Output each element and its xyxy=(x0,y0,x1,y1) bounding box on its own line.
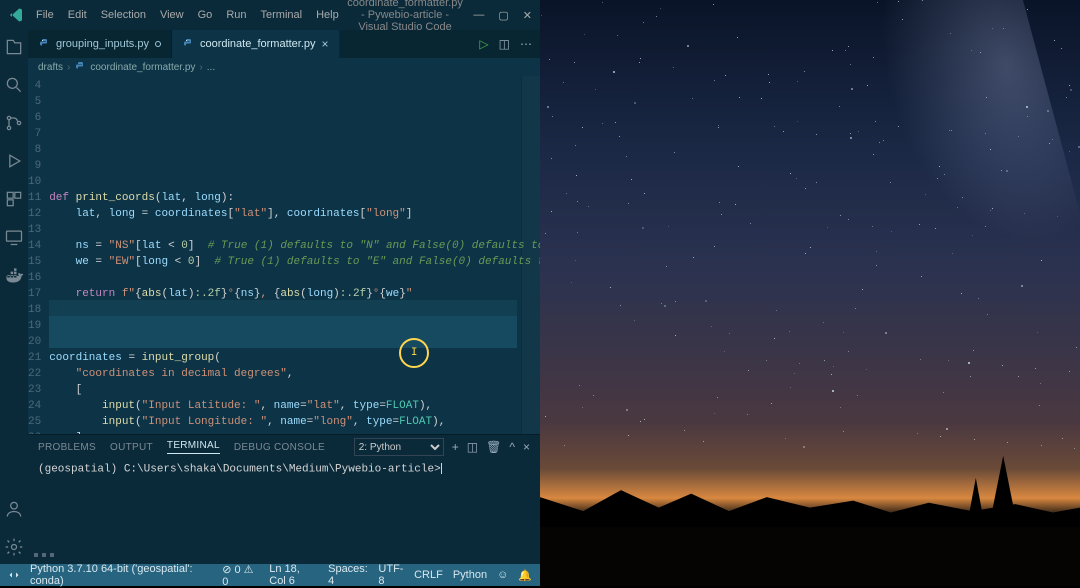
editor-tabs: grouping_inputs.py coordinate_formatter.… xyxy=(28,30,540,58)
status-eol[interactable]: CRLF xyxy=(414,569,443,581)
python-file-icon xyxy=(182,38,194,50)
source-control-icon[interactable] xyxy=(3,112,25,134)
titlebar[interactable]: File Edit Selection View Go Run Terminal… xyxy=(0,0,540,30)
status-notifications-icon[interactable]: 🔔 xyxy=(518,569,532,582)
status-cursor-position[interactable]: Ln 18, Col 6 xyxy=(269,563,318,587)
panel-tab-terminal[interactable]: TERMINAL xyxy=(167,440,220,454)
code-editor[interactable]: 4567891011121314151617181920212223242526… xyxy=(28,76,540,434)
run-file-icon[interactable]: ▷ xyxy=(479,37,488,51)
explorer-icon[interactable] xyxy=(3,36,25,58)
search-icon[interactable] xyxy=(3,74,25,96)
panel-bottom-strip xyxy=(28,546,540,564)
more-actions-icon[interactable]: ⋯ xyxy=(520,37,532,51)
status-python-env[interactable]: Python 3.7.10 64-bit ('geospatial': cond… xyxy=(30,563,212,587)
status-indentation[interactable]: Spaces: 4 xyxy=(328,563,368,587)
python-file-icon xyxy=(38,38,50,50)
maximize-panel-icon[interactable]: ^ xyxy=(509,440,515,454)
activity-bar xyxy=(0,30,28,564)
status-language[interactable]: Python xyxy=(453,569,487,581)
status-encoding[interactable]: UTF-8 xyxy=(378,563,404,587)
menu-run[interactable]: Run xyxy=(220,7,252,23)
panel-tab-output[interactable]: OUTPUT xyxy=(110,442,153,453)
tab-close-icon[interactable]: × xyxy=(322,37,329,51)
terminal-content[interactable]: (geospatial) C:\Users\shaka\Documents\Me… xyxy=(28,459,540,546)
account-icon[interactable] xyxy=(3,498,25,520)
extensions-icon[interactable] xyxy=(3,188,25,210)
modified-dot-icon xyxy=(155,41,161,47)
split-terminal-icon[interactable]: ◫ xyxy=(467,440,478,454)
breadcrumb[interactable]: drafts › coordinate_formatter.py › ... xyxy=(28,58,540,76)
run-debug-icon[interactable] xyxy=(3,150,25,172)
menu-bar: File Edit Selection View Go Run Terminal… xyxy=(30,7,345,23)
split-editor-icon[interactable]: ◫ xyxy=(499,37,510,51)
tab-coordinate-formatter[interactable]: coordinate_formatter.py × xyxy=(172,30,340,58)
window-controls: — ▢ ✕ xyxy=(473,9,532,22)
kill-terminal-icon[interactable]: 🗑 xyxy=(486,440,501,454)
panel-tab-debug-console[interactable]: DEBUG CONSOLE xyxy=(234,442,325,453)
menu-view[interactable]: View xyxy=(154,7,190,23)
maximize-icon[interactable]: ▢ xyxy=(498,9,508,22)
line-number-gutter: 4567891011121314151617181920212223242526… xyxy=(28,76,49,434)
settings-gear-icon[interactable] xyxy=(3,536,25,558)
window-title: coordinate_formatter.py - Pywebio-articl… xyxy=(345,0,466,33)
status-remote-icon[interactable] xyxy=(8,569,20,581)
menu-edit[interactable]: Edit xyxy=(62,7,93,23)
chevron-right-icon: › xyxy=(67,62,70,73)
tab-grouping-inputs[interactable]: grouping_inputs.py xyxy=(28,30,172,58)
terminal-caret xyxy=(441,463,442,474)
menu-help[interactable]: Help xyxy=(310,7,345,23)
docker-icon[interactable] xyxy=(3,264,25,286)
breadcrumb-folder[interactable]: drafts xyxy=(38,62,63,73)
status-bar: Python 3.7.10 64-bit ('geospatial': cond… xyxy=(0,564,540,586)
vscode-logo-icon xyxy=(8,7,24,23)
menu-terminal[interactable]: Terminal xyxy=(255,7,309,23)
status-feedback-icon[interactable]: ☺ xyxy=(497,569,508,581)
minimize-icon[interactable]: — xyxy=(473,9,484,22)
code-content[interactable]: def print_coords(lat, long): lat, long =… xyxy=(49,76,540,434)
status-problems[interactable]: ⊘ 0 ⚠ 0 xyxy=(222,563,259,588)
menu-go[interactable]: Go xyxy=(192,7,219,23)
tab-label: coordinate_formatter.py xyxy=(200,38,316,50)
chevron-right-icon: › xyxy=(199,62,202,73)
desktop-wallpaper xyxy=(540,0,1080,586)
breadcrumb-symbol[interactable]: ... xyxy=(207,62,215,73)
remote-icon[interactable] xyxy=(3,226,25,248)
bottom-panel: PROBLEMS OUTPUT TERMINAL DEBUG CONSOLE 2… xyxy=(28,434,540,546)
new-terminal-icon[interactable]: + xyxy=(452,440,459,454)
menu-file[interactable]: File xyxy=(30,7,60,23)
tab-label: grouping_inputs.py xyxy=(56,38,149,50)
vscode-window: File Edit Selection View Go Run Terminal… xyxy=(0,0,540,586)
terminal-selector[interactable]: 2: Python xyxy=(354,438,444,456)
python-file-icon xyxy=(74,61,86,73)
panel-tab-problems[interactable]: PROBLEMS xyxy=(38,442,96,453)
close-panel-icon[interactable]: × xyxy=(523,440,530,454)
terminal-prompt: (geospatial) C:\Users\shaka\Documents\Me… xyxy=(38,463,441,475)
breadcrumb-file[interactable]: coordinate_formatter.py xyxy=(90,62,195,73)
close-icon[interactable]: ✕ xyxy=(523,9,532,22)
cursor-highlight-ring: I xyxy=(399,338,429,368)
menu-selection[interactable]: Selection xyxy=(95,7,152,23)
